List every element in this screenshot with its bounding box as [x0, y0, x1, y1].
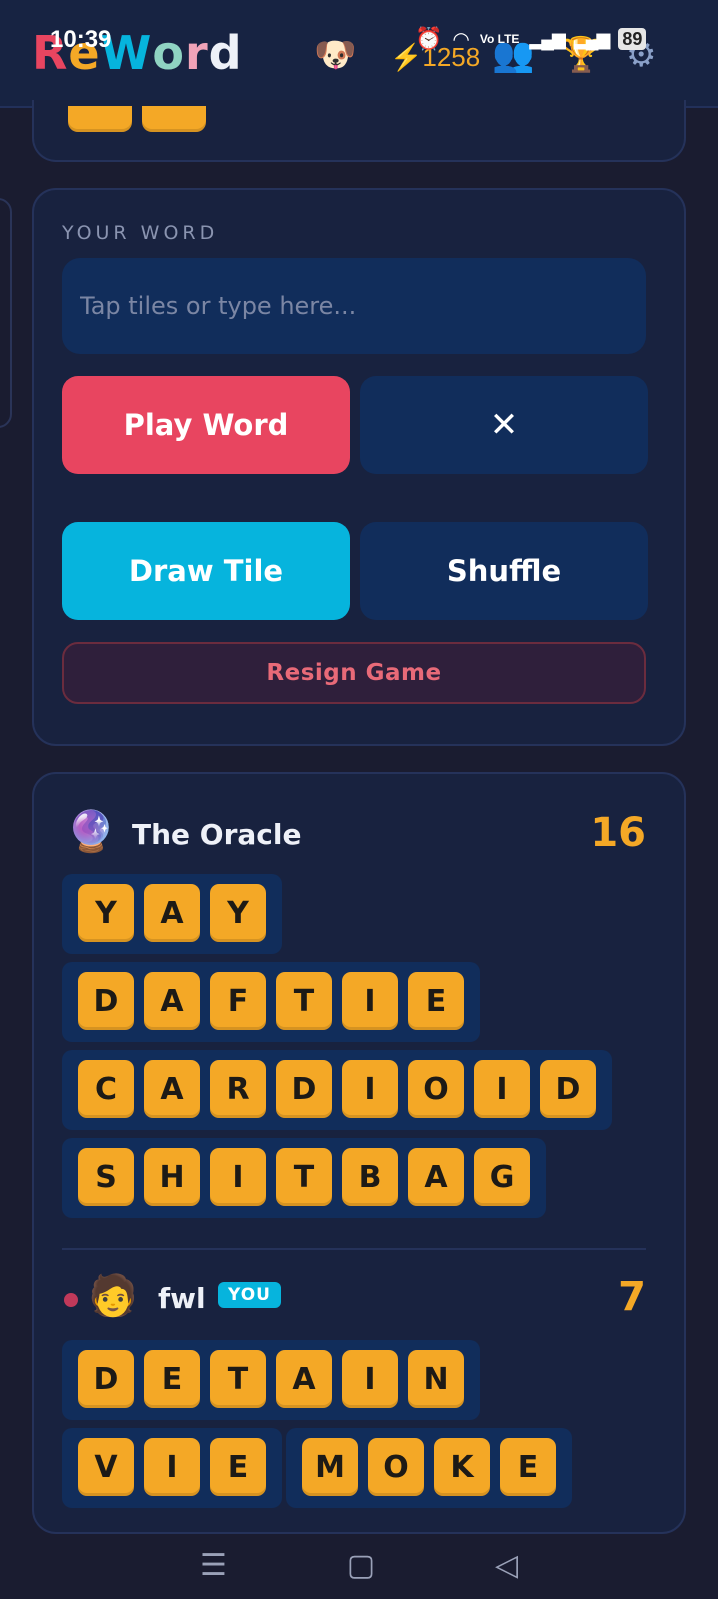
played-word: S H I T B A G — [62, 1138, 546, 1218]
home-icon[interactable]: ▢ — [347, 1548, 375, 1583]
letter-tile: T — [276, 1148, 332, 1206]
recent-apps-icon[interactable]: ☰ — [200, 1548, 227, 1583]
you-badge: YOU — [218, 1282, 281, 1308]
signal-icon-2: ▂▄▆ — [573, 28, 610, 49]
player-name: fwl — [158, 1282, 206, 1315]
network-label: Vo LTE — [479, 32, 520, 46]
letter-tile: I — [144, 1438, 200, 1496]
letter-tile: I — [474, 1060, 530, 1118]
played-word: V I E — [62, 1428, 282, 1508]
letter-tile: D — [276, 1060, 332, 1118]
draw-tile-button[interactable]: Draw Tile — [62, 522, 350, 620]
logo-letter-o: o — [152, 26, 185, 80]
logo-letter-r2: r — [184, 26, 209, 80]
played-word: M O K E — [286, 1428, 572, 1508]
player-score: 16 — [590, 810, 646, 856]
letter-tile: A — [144, 1060, 200, 1118]
player-row-you: 🧑 fwl YOU 7 — [62, 1268, 646, 1328]
letter-tile: V — [78, 1438, 134, 1496]
letter-tile: C — [78, 1060, 134, 1118]
wifi-icon: ◠ — [452, 28, 470, 51]
system-nav-bar: ☰ ▢ ◁ — [0, 1532, 718, 1599]
letter-tile: S — [78, 1148, 134, 1206]
letter-tile: A — [408, 1148, 464, 1206]
letter-tile: I — [210, 1148, 266, 1206]
letter-tile: E — [210, 1438, 266, 1496]
played-word: D A F T I E — [62, 962, 480, 1042]
board-tile[interactable] — [142, 106, 206, 132]
players-panel: 🔮 The Oracle 16 Y A Y D A F T I E C A R … — [32, 772, 686, 1534]
battery-level: 89 — [618, 28, 647, 50]
word-input-panel: YOUR WORD Play Word ✕ Draw Tile Shuffle … — [32, 188, 686, 746]
online-status-dot — [64, 1293, 78, 1307]
letter-tile: O — [368, 1438, 424, 1496]
person-avatar-icon: 🧑 — [88, 1273, 138, 1319]
player-row-oracle: 🔮 The Oracle 16 — [62, 804, 646, 864]
play-word-button[interactable]: Play Word — [62, 376, 350, 474]
alarm-icon: ⏰ — [415, 26, 443, 51]
letter-tile: H — [144, 1148, 200, 1206]
side-drawer-handle[interactable] — [0, 198, 12, 428]
shuffle-button[interactable]: Shuffle — [360, 522, 648, 620]
played-word: C A R D I O I D — [62, 1050, 612, 1130]
status-icons: ⏰ ◠ Vo LTE ▂▄▆ ▂▄▆ 89 — [415, 26, 647, 52]
status-time: 10:39 — [50, 26, 112, 53]
app-header: ReWord 10:39 ⏰ ◠ Vo LTE ▂▄▆ ▂▄▆ 89 🐶 ⚡12… — [0, 0, 718, 108]
letter-tile: I — [342, 972, 398, 1030]
letter-tile: Y — [210, 884, 266, 942]
letter-tile: O — [408, 1060, 464, 1118]
letter-tile: D — [540, 1060, 596, 1118]
letter-tile: I — [342, 1060, 398, 1118]
dog-avatar-icon[interactable]: 🐶 — [314, 38, 356, 72]
letter-tile: D — [78, 1350, 134, 1408]
letter-tile: G — [474, 1148, 530, 1206]
player-divider — [62, 1248, 646, 1250]
letter-tile: B — [342, 1148, 398, 1206]
letter-tile: A — [276, 1350, 332, 1408]
letter-tile: A — [144, 884, 200, 942]
player-score: 7 — [618, 1274, 646, 1320]
signal-icon: ▂▄▆ — [529, 28, 565, 49]
letter-tile: A — [144, 972, 200, 1030]
letter-tile: I — [342, 1350, 398, 1408]
letter-tile: Y — [78, 884, 134, 942]
back-icon[interactable]: ◁ — [495, 1548, 518, 1583]
crystal-ball-avatar-icon: 🔮 — [66, 809, 116, 855]
clear-button[interactable]: ✕ — [360, 376, 648, 474]
board-card — [32, 100, 686, 162]
letter-tile: D — [78, 972, 134, 1030]
letter-tile: T — [276, 972, 332, 1030]
letter-tile: K — [434, 1438, 490, 1496]
logo-letter-d: d — [208, 26, 243, 80]
your-word-label: YOUR WORD — [62, 222, 219, 244]
letter-tile: T — [210, 1350, 266, 1408]
letter-tile: E — [408, 972, 464, 1030]
letter-tile: E — [500, 1438, 556, 1496]
player-name: The Oracle — [132, 818, 302, 851]
board-tile[interactable] — [68, 106, 132, 132]
letter-tile: M — [302, 1438, 358, 1496]
letter-tile: E — [144, 1350, 200, 1408]
letter-tile: F — [210, 972, 266, 1030]
played-word: D E T A I N — [62, 1340, 480, 1420]
letter-tile: R — [210, 1060, 266, 1118]
word-input[interactable] — [62, 258, 646, 354]
played-word: Y A Y — [62, 874, 282, 954]
letter-tile: N — [408, 1350, 464, 1408]
resign-game-button[interactable]: Resign Game — [62, 642, 646, 704]
